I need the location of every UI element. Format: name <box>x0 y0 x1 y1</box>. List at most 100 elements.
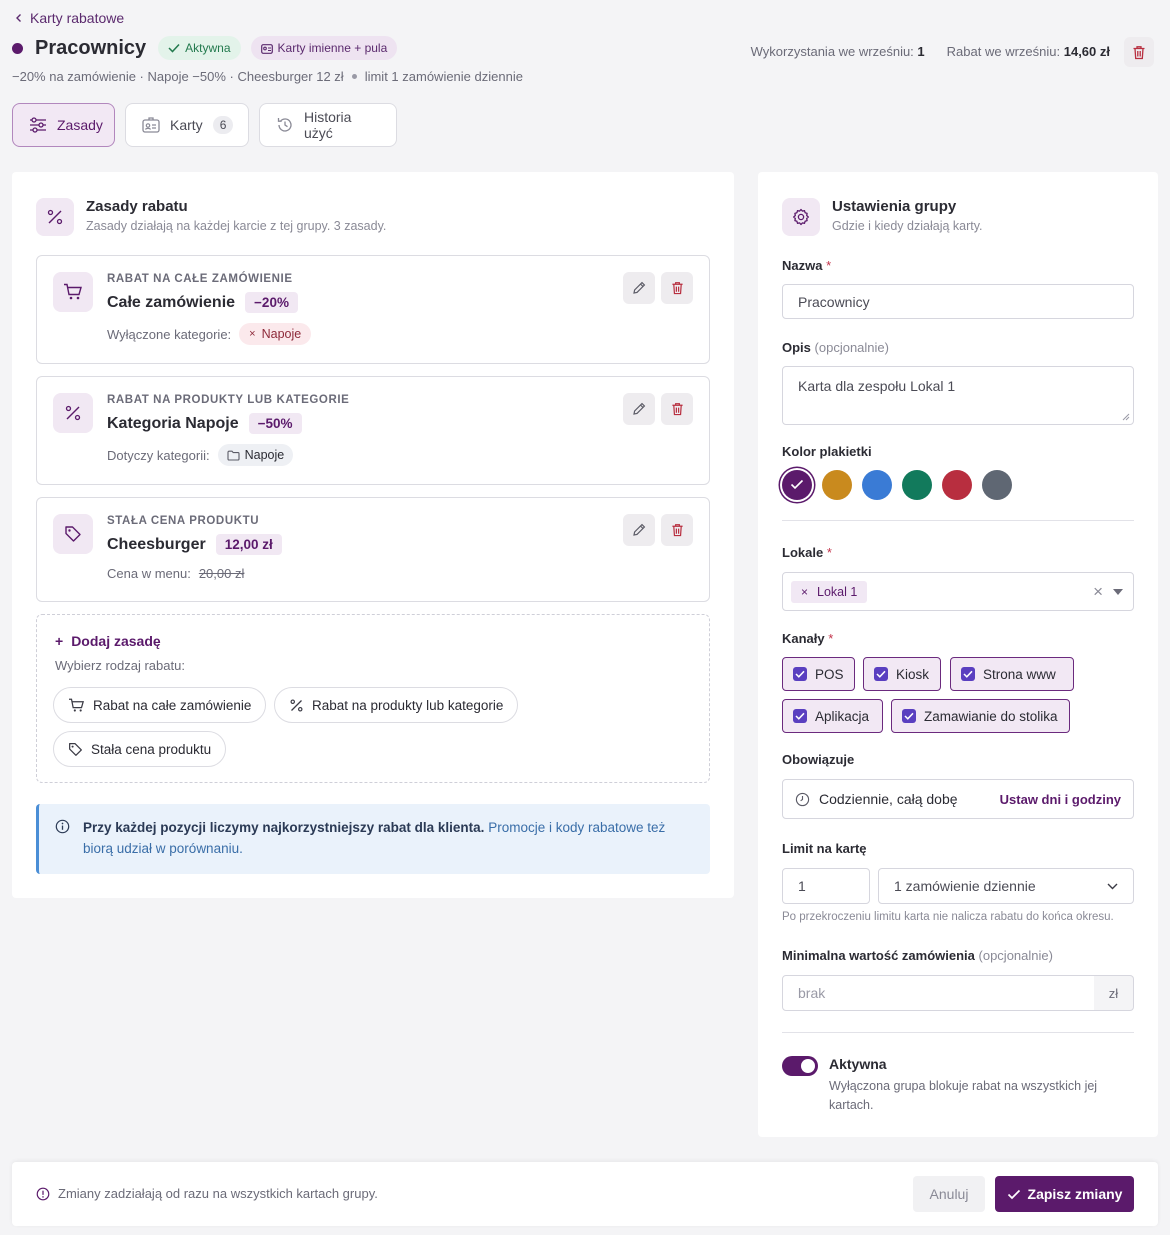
active-label: Aktywna <box>829 1056 887 1072</box>
edit-rule-button[interactable] <box>623 514 655 546</box>
info-icon <box>36 1187 50 1201</box>
excluded-category-chip: × Napoje <box>239 323 312 345</box>
delete-rule-button[interactable] <box>661 393 693 425</box>
status-badge: Aktywna <box>158 36 241 60</box>
tab-zasady[interactable]: Zasady <box>12 103 115 147</box>
info-icon <box>55 819 70 834</box>
edit-rule-button[interactable] <box>623 272 655 304</box>
channel-kiosk[interactable]: Kiosk <box>863 657 941 691</box>
tab-historia[interactable]: Historia użyć <box>259 103 397 147</box>
limit-label: Limit na kartę <box>782 841 867 856</box>
rule-meta: Cena w menu: 20,00 zł <box>107 566 244 581</box>
locations-label: Lokale * <box>782 545 832 560</box>
checkbox-checked-icon <box>874 667 888 681</box>
remove-icon[interactable]: × <box>801 585 808 599</box>
desc-field[interactable]: Karta dla zespołu Lokal 1 <box>782 366 1134 425</box>
color-swatch-gray[interactable] <box>982 470 1012 500</box>
channel-label: Strona www <box>983 666 1056 682</box>
add-rule-button[interactable]: + Dodaj zasadę <box>55 633 161 649</box>
pencil-icon <box>632 523 646 537</box>
add-rule-subtitle: Wybierz rodzaj rabatu: <box>55 658 185 673</box>
color-swatch-blue[interactable] <box>862 470 892 500</box>
locations-select[interactable]: × Lokal 1 × <box>782 572 1134 611</box>
section-subtitle: Gdzie i kiedy działają karty. <box>832 219 983 233</box>
limit-period-select[interactable]: 1 zamówienie dziennie <box>878 868 1134 904</box>
chevron-left-icon <box>14 13 24 23</box>
limit-value: 1 <box>798 878 806 894</box>
trash-icon <box>671 402 684 416</box>
group-color-dot <box>12 42 23 54</box>
channel-app[interactable]: Aplikacja <box>782 699 883 733</box>
save-button-label: Zapisz zmiany <box>1027 1186 1123 1202</box>
validity-field: Codziennie, całą dobę Ustaw dni i godzin… <box>782 779 1134 819</box>
edit-rule-button[interactable] <box>623 393 655 425</box>
id-card-icon <box>260 43 273 54</box>
channels-label: Kanały * <box>782 631 834 646</box>
footer-info-text: Zmiany zadziałają od razu na wszystkich … <box>58 1186 378 1201</box>
tab-karty[interactable]: Karty 6 <box>125 103 249 147</box>
min-order-placeholder: brak <box>798 985 826 1001</box>
add-rule-label: Dodaj zasadę <box>71 633 161 649</box>
rule-meta: Wyłączone kategorie: × Napoje <box>107 323 312 345</box>
rule-value: −50% <box>248 413 302 434</box>
type-badge: Karty imienne + pula <box>250 36 398 60</box>
tab-karty-label: Karty <box>170 117 203 133</box>
currency-label: zł <box>1108 985 1119 1001</box>
summary-limit: limit 1 zamówienie dziennie <box>364 69 523 84</box>
footer-bar: Zmiany zadziałają od razu na wszystkich … <box>12 1162 1158 1226</box>
delete-rule-button[interactable] <box>661 514 693 546</box>
name-field[interactable]: Pracownicy <box>782 284 1134 319</box>
chevron-down-icon <box>1107 883 1118 890</box>
pencil-icon <box>632 281 646 295</box>
limit-period-value: 1 zamówienie dziennie <box>894 878 1036 894</box>
rule-card: RABAT NA CAŁE ZAMÓWIENIE Całe zamówienie… <box>36 255 710 364</box>
location-chip: × Lokal 1 <box>791 580 868 603</box>
title-bar: Pracownicy Aktywna Karty imienne + pula <box>12 36 398 60</box>
caret-down-icon[interactable] <box>1113 589 1123 595</box>
cancel-button[interactable]: Anuluj <box>913 1176 985 1212</box>
info-banner: Przy każdej pozycji liczymy najkorzystni… <box>36 804 710 874</box>
channel-pos[interactable]: POS <box>782 657 855 691</box>
option-fixed-price[interactable]: Stała cena produktu <box>53 731 227 767</box>
color-swatch-purple[interactable] <box>782 470 812 500</box>
name-label: Nazwa * <box>782 258 832 273</box>
rule-name: Całe zamówienie <box>107 293 236 311</box>
active-desc-line: kartach. <box>829 1098 874 1112</box>
tab-bar: Zasady Karty 6 Historia użyć <box>12 103 397 147</box>
rule-name-row: Kategoria Napoje −50% <box>107 413 302 434</box>
active-toggle[interactable] <box>782 1056 818 1076</box>
checkbox-checked-icon <box>793 667 807 681</box>
trash-icon <box>1132 45 1146 60</box>
cards-count-badge: 6 <box>212 116 234 134</box>
limit-input[interactable]: 1 <box>782 868 870 904</box>
cart-icon <box>53 272 93 312</box>
min-order-input[interactable]: brak <box>782 975 1095 1011</box>
rule-value: −20% <box>245 292 298 313</box>
delete-rule-button[interactable] <box>661 272 693 304</box>
rule-kind: STAŁA CENA PRODUKTU <box>107 515 260 527</box>
cart-icon <box>68 698 85 713</box>
set-hours-link[interactable]: Ustaw dni i godziny <box>1000 792 1121 807</box>
clear-icon[interactable]: × <box>1093 582 1103 602</box>
sliders-icon <box>29 117 47 133</box>
rule-name-row: Całe zamówienie −20% <box>107 292 298 313</box>
menu-price: 20,00 zł <box>198 566 245 581</box>
rule-kind: RABAT NA PRODUKTY LUB KATEGORIE <box>107 394 350 406</box>
min-order-label: Minimalna wartość zamówienia (opcjonalni… <box>782 948 1053 963</box>
color-swatch-green[interactable] <box>902 470 932 500</box>
back-link[interactable]: Karty rabatowe <box>14 10 124 26</box>
option-products[interactable]: Rabat na produkty lub kategorie <box>274 687 519 723</box>
validity-value: Codziennie, całą dobę <box>819 791 958 807</box>
save-button[interactable]: Zapisz zmiany <box>995 1176 1134 1212</box>
active-desc-line: Wyłączona grupa blokuje rabat na wszystk… <box>829 1079 1098 1093</box>
channel-table-order[interactable]: Zamawianie do stolika <box>891 699 1070 733</box>
checkbox-checked-icon <box>961 667 975 681</box>
group-summary: −20% na zamówienie · Napoje −50% · Chees… <box>12 69 523 84</box>
rule-meta: Dotyczy kategorii: Napoje <box>107 444 294 466</box>
channel-www[interactable]: Strona www <box>950 657 1074 691</box>
option-whole-order[interactable]: Rabat na całe zamówienie <box>53 687 267 723</box>
color-swatch-amber[interactable] <box>822 470 852 500</box>
color-swatch-red[interactable] <box>942 470 972 500</box>
delete-group-button[interactable] <box>1124 37 1154 67</box>
resize-handle-icon <box>1122 413 1130 421</box>
